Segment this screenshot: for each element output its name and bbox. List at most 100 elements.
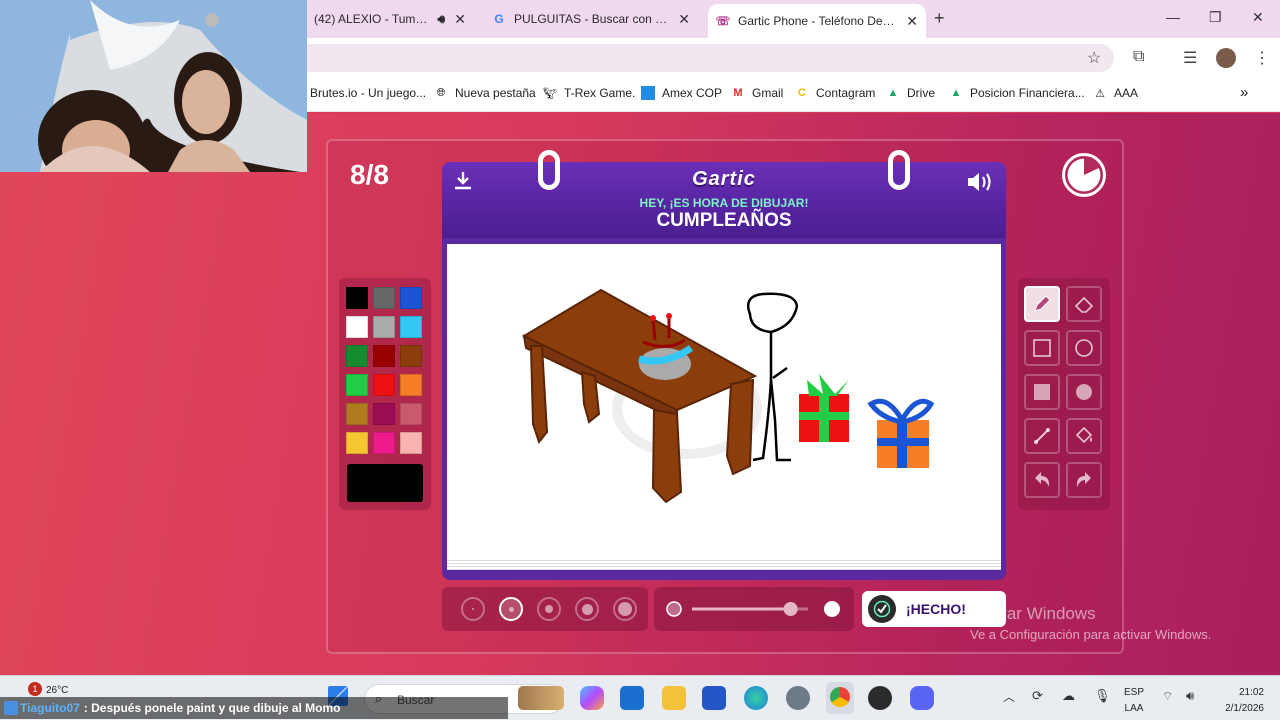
new-tab-button[interactable]: + xyxy=(934,8,945,29)
circle-fill-icon xyxy=(1076,384,1092,400)
undo-button[interactable] xyxy=(1024,462,1060,498)
color-swatch[interactable] xyxy=(346,316,368,338)
close-window-icon[interactable]: ✕ xyxy=(1252,9,1264,26)
input-language[interactable]: ESP LAA xyxy=(1124,685,1144,717)
extensions-icon[interactable]: ⧉ xyxy=(1133,48,1144,66)
color-swatch[interactable] xyxy=(346,403,368,425)
star-icon[interactable]: ☆ xyxy=(1087,48,1101,68)
obs-icon[interactable] xyxy=(868,686,892,710)
color-swatch[interactable] xyxy=(400,287,422,309)
bookmark-contagram[interactable]: C Contagram xyxy=(795,86,875,100)
chrome-taskbar-button[interactable] xyxy=(826,682,854,714)
done-label: ¡HECHO! xyxy=(906,601,966,617)
brush-size-option[interactable] xyxy=(461,597,485,621)
color-swatch[interactable] xyxy=(400,432,422,454)
system-clock[interactable]: 21:02 2/1/2026 xyxy=(1212,685,1264,717)
close-tab-icon[interactable]: ✕ xyxy=(454,11,466,28)
tab-alexio[interactable]: (42) ALEXIO - Tumba La C 🔊︎ ✕ xyxy=(306,4,474,34)
color-swatch[interactable] xyxy=(373,287,395,309)
round-counter: 8/8 xyxy=(350,159,389,190)
color-swatch[interactable] xyxy=(346,374,368,396)
brush-size-option[interactable] xyxy=(613,597,637,621)
address-bar[interactable] xyxy=(306,44,1114,72)
weather-temperature[interactable]: 26°C xyxy=(46,685,68,696)
sound-icon[interactable] xyxy=(966,170,996,194)
search-highlight-icon[interactable] xyxy=(518,686,564,710)
stick-figure-drawing xyxy=(746,292,799,462)
bookmark-amex[interactable]: Amex COP xyxy=(641,86,722,100)
menu-icon[interactable]: ⋮ xyxy=(1254,48,1270,68)
avatar[interactable] xyxy=(1216,48,1236,68)
tab-title: Gartic Phone - Teléfono Descon xyxy=(738,14,901,28)
globe-icon: 🌐︎ xyxy=(436,86,446,99)
pencil-tool[interactable] xyxy=(1024,286,1060,322)
bookmark-posicion-financiera[interactable]: ▲ Posicion Financiera... xyxy=(949,86,1085,100)
color-swatch[interactable] xyxy=(400,345,422,367)
minimize-icon[interactable]: — xyxy=(1166,9,1180,25)
color-swatch[interactable] xyxy=(400,403,422,425)
chrome-icon xyxy=(830,687,850,707)
redo-button[interactable] xyxy=(1066,462,1102,498)
brush-size-option[interactable] xyxy=(575,597,599,621)
bookmark-drive[interactable]: ▲ Drive xyxy=(886,86,935,100)
sync-icon[interactable]: ⟳ xyxy=(1032,688,1043,704)
rectangle-fill-icon xyxy=(1034,384,1050,400)
color-swatch[interactable] xyxy=(346,432,368,454)
tab-title: PULGUITAS - Buscar con Googl xyxy=(514,12,673,26)
brush-size-option[interactable] xyxy=(499,597,523,621)
discord-icon[interactable] xyxy=(910,686,934,710)
copilot-icon[interactable] xyxy=(580,686,604,710)
bookmark-brutes[interactable]: Brutes.io - Un juego... xyxy=(310,86,426,100)
close-tab-icon[interactable]: ✕ xyxy=(906,13,918,30)
microphone-icon[interactable]: 🎙︎ xyxy=(1094,688,1111,704)
color-swatch[interactable] xyxy=(346,345,368,367)
bookmark-aaa[interactable]: ⚠︎ AAA xyxy=(1093,86,1138,100)
rectangle-fill-tool[interactable] xyxy=(1024,374,1060,410)
media-control-icon[interactable]: ☰ xyxy=(1183,48,1197,68)
color-swatch[interactable] xyxy=(373,316,395,338)
bookmark-gmail[interactable]: M Gmail xyxy=(731,86,783,100)
chat-badge-icon xyxy=(4,701,18,715)
current-color xyxy=(347,464,423,502)
circle-fill-tool[interactable] xyxy=(1066,374,1102,410)
brush-size-option[interactable] xyxy=(537,597,561,621)
webcam-overlay xyxy=(0,0,307,172)
drawing-canvas[interactable] xyxy=(447,244,1001,560)
color-swatch[interactable] xyxy=(346,287,368,309)
tab-gartic[interactable]: ☏ Gartic Phone - Teléfono Descon ✕ xyxy=(708,4,926,38)
color-swatch[interactable] xyxy=(400,316,422,338)
opacity-slider[interactable] xyxy=(654,587,854,631)
outlook-icon[interactable] xyxy=(620,686,644,710)
brush-size-bar xyxy=(442,587,648,631)
bucket-tool[interactable] xyxy=(1066,418,1102,454)
bucket-icon xyxy=(1075,426,1093,444)
restore-icon[interactable]: ❐ xyxy=(1209,9,1222,26)
color-swatch[interactable] xyxy=(373,403,395,425)
color-swatch[interactable] xyxy=(373,432,395,454)
webcam-feed xyxy=(0,0,307,172)
settings-icon[interactable] xyxy=(786,686,810,710)
opacity-thumb[interactable] xyxy=(783,602,798,616)
close-tab-icon[interactable]: ✕ xyxy=(678,11,690,28)
drive-icon: ▲ xyxy=(950,87,962,99)
microsoft-store-icon[interactable] xyxy=(702,686,726,710)
color-swatch[interactable] xyxy=(373,345,395,367)
line-tool[interactable] xyxy=(1024,418,1060,454)
speaker-icon[interactable]: 🔊︎ xyxy=(434,12,448,26)
volume-icon[interactable]: 🔊︎ xyxy=(1186,688,1194,704)
color-swatch[interactable] xyxy=(373,374,395,396)
onedrive-icon[interactable]: ☁︎ xyxy=(1062,688,1075,704)
circle-outline-tool[interactable] xyxy=(1066,330,1102,366)
bookmark-nueva-pestana[interactable]: 🌐︎ Nueva pestaña xyxy=(434,86,536,100)
chevron-up-icon[interactable]: ︿ xyxy=(1003,688,1015,705)
tab-pulguitas[interactable]: G PULGUITAS - Buscar con Googl ✕ xyxy=(484,4,698,34)
eraser-tool[interactable] xyxy=(1066,286,1102,322)
bookmark-trex[interactable]: 🦖︎ T-Rex Game. xyxy=(543,86,635,100)
wifi-icon[interactable]: ⌔ xyxy=(1162,689,1173,704)
color-swatch[interactable] xyxy=(400,374,422,396)
more-bookmarks-button[interactable]: » xyxy=(1240,84,1248,101)
edge-icon[interactable] xyxy=(744,686,768,710)
bookmark-label: AAA xyxy=(1114,86,1139,100)
file-explorer-icon[interactable] xyxy=(662,686,686,710)
rectangle-outline-tool[interactable] xyxy=(1024,330,1060,366)
